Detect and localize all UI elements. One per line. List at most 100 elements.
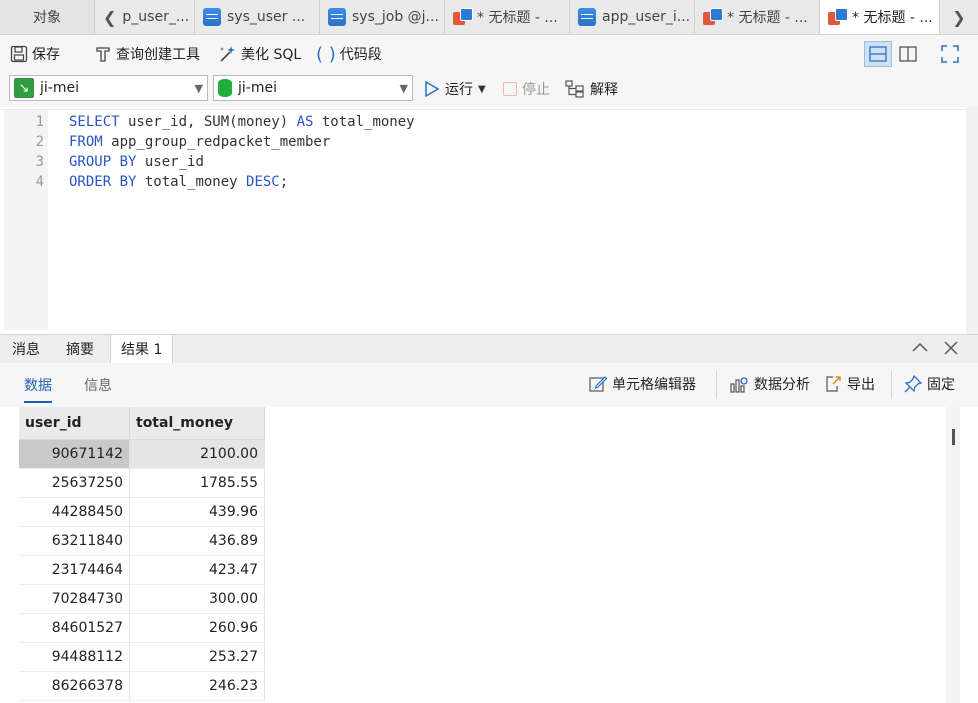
cell-user-id[interactable]: 70284730 — [19, 584, 130, 614]
table-row[interactable]: 25637250 1785.55 — [19, 468, 265, 498]
data-analysis-button[interactable]: 数据分析 — [729, 374, 810, 394]
connection-select[interactable]: ↘ ji-mei ▼ — [9, 75, 208, 101]
cell-user-id[interactable]: 63211840 — [19, 526, 130, 556]
sql-keyword: AS — [296, 114, 314, 130]
table-row[interactable]: 23174464 423.47 — [19, 555, 265, 585]
tab-label: 对象 — [33, 10, 61, 26]
scrollbar-thumb[interactable] — [952, 429, 955, 445]
table-row[interactable]: 94488112 253.27 — [19, 642, 265, 672]
tab-p-user[interactable]: ❮ p_user_... — [95, 0, 195, 34]
table-row[interactable]: 86266378 246.23 — [19, 671, 265, 701]
cell-total-money[interactable]: 2100.00 — [129, 439, 265, 469]
tab-result-1[interactable]: 结果 1 — [110, 335, 174, 363]
table-row[interactable]: 90671142 2100.00 — [19, 439, 265, 469]
tab-scroll-right[interactable]: ❯ — [940, 0, 978, 34]
cell-total-money[interactable]: 300.00 — [129, 584, 265, 614]
layout-horizontal-button[interactable] — [864, 41, 892, 67]
code-snippet-button[interactable]: ( ) 代码段 — [316, 43, 382, 65]
cell-user-id[interactable]: 90671142 — [19, 439, 130, 469]
pin-icon — [904, 375, 922, 393]
export-icon — [826, 376, 841, 392]
cell-total-money[interactable]: 436.89 — [129, 526, 265, 556]
tab-label: * 无标题 - ... — [477, 10, 558, 26]
table-row[interactable]: 70284730 300.00 — [19, 584, 265, 614]
cell-total-money[interactable]: 439.96 — [129, 497, 265, 527]
cell-user-id[interactable]: 94488112 — [19, 642, 130, 672]
save-icon — [10, 45, 28, 63]
cell-user-id[interactable]: 23174464 — [19, 555, 130, 585]
split-vertical-icon — [899, 46, 917, 62]
line-number-gutter: 1 2 3 4 — [4, 110, 48, 330]
sql-text: ; — [279, 174, 289, 190]
beautify-sql-button[interactable]: 美化 SQL — [217, 43, 301, 65]
table-row[interactable]: 63211840 436.89 — [19, 526, 265, 556]
beautify-sql-label: 美化 SQL — [241, 47, 302, 63]
tab-label: * 无标题 - ... — [852, 10, 933, 26]
query-icon — [703, 8, 723, 26]
chevron-left-icon[interactable]: ❮ — [103, 8, 116, 27]
code-snippet-label: 代码段 — [339, 47, 382, 63]
chevron-right-icon[interactable]: ❯ — [952, 8, 965, 27]
tab-summary[interactable]: 摘要 — [56, 335, 104, 363]
caret-down-icon[interactable]: ▼ — [478, 84, 486, 95]
tab-result-1-label: 结果 1 — [121, 342, 163, 358]
tab-untitled-query-1[interactable]: * 无标题 - ... — [445, 0, 570, 34]
sql-keyword: DESC — [246, 174, 280, 190]
query-builder-button[interactable]: 查询创建工具 — [94, 43, 200, 65]
magic-wand-icon — [220, 46, 235, 62]
export-button[interactable]: 导出 — [824, 374, 875, 394]
save-button[interactable]: 保存 — [10, 43, 60, 65]
vertical-scrollbar[interactable] — [946, 407, 960, 703]
cell-total-money[interactable]: 253.27 — [129, 642, 265, 672]
cell-total-money[interactable]: 423.47 — [129, 555, 265, 585]
cell-total-money[interactable]: 1785.55 — [129, 468, 265, 498]
query-icon — [453, 8, 473, 26]
tab-messages-label: 消息 — [12, 342, 40, 358]
tab-sys-job[interactable]: sys_job @j... — [320, 0, 445, 34]
collapse-panel-button[interactable] — [910, 338, 930, 362]
cell-user-id[interactable]: 86266378 — [19, 671, 130, 701]
stop-label: 停止 — [522, 82, 550, 98]
column-header-user-id[interactable]: user_id — [19, 407, 130, 440]
subtab-info[interactable]: 信息 — [84, 375, 112, 395]
close-panel-button[interactable] — [941, 338, 961, 362]
explain-icon — [565, 80, 584, 98]
query-builder-label: 查询创建工具 — [116, 47, 200, 63]
cell-user-id[interactable]: 25637250 — [19, 468, 130, 498]
code-line: FROM app_group_redpacket_member — [69, 132, 330, 152]
table-row[interactable]: 44288450 439.96 — [19, 497, 265, 527]
chevron-down-icon: ▼ — [399, 81, 408, 95]
database-select[interactable]: ji-mei ▼ — [213, 75, 413, 101]
explain-button[interactable]: 解释 — [565, 79, 618, 99]
tab-sys-user[interactable]: sys_user ... — [195, 0, 320, 34]
cell-editor-button[interactable]: 单元格编辑器 — [589, 374, 696, 394]
tab-objects[interactable]: 对象 — [0, 0, 95, 34]
cell-user-id[interactable]: 44288450 — [19, 497, 130, 527]
tab-app-user[interactable]: app_user_i... — [570, 0, 695, 34]
cell-total-money[interactable]: 246.23 — [129, 671, 265, 701]
code-line: GROUP BY user_id — [69, 152, 204, 172]
tab-bar: 对象 ❮ p_user_... sys_user ... sys_job @j.… — [0, 0, 978, 35]
tab-untitled-query-2[interactable]: * 无标题 - ... — [695, 0, 820, 34]
tab-label: sys_user ... — [227, 9, 306, 25]
cell-total-money[interactable]: 260.96 — [129, 613, 265, 643]
layout-vertical-button[interactable] — [894, 41, 922, 67]
subtab-data[interactable]: 数据 — [24, 375, 52, 403]
pin-label: 固定 — [927, 377, 955, 393]
split-horizontal-icon — [869, 46, 887, 62]
sql-editor[interactable]: 1 2 3 4 SELECT user_id, SUM(money) AS to… — [0, 109, 966, 330]
cell-user-id[interactable]: 84601527 — [19, 613, 130, 643]
run-label: 运行 — [445, 82, 473, 98]
run-button[interactable]: 运行 ▼ — [424, 79, 486, 99]
subtab-info-label: 信息 — [84, 378, 112, 394]
stop-button[interactable]: 停止 — [503, 79, 550, 99]
pin-button[interactable]: 固定 — [904, 374, 955, 394]
tab-messages[interactable]: 消息 — [2, 335, 50, 363]
subtab-data-label: 数据 — [24, 378, 52, 394]
column-header-total-money[interactable]: total_money — [129, 407, 265, 440]
table-row[interactable]: 84601527 260.96 — [19, 613, 265, 643]
sql-text: total_money — [136, 174, 247, 190]
fullscreen-button[interactable] — [936, 41, 964, 67]
close-icon — [944, 341, 958, 355]
tab-untitled-query-active[interactable]: * 无标题 - ... ✕ — [820, 0, 940, 34]
